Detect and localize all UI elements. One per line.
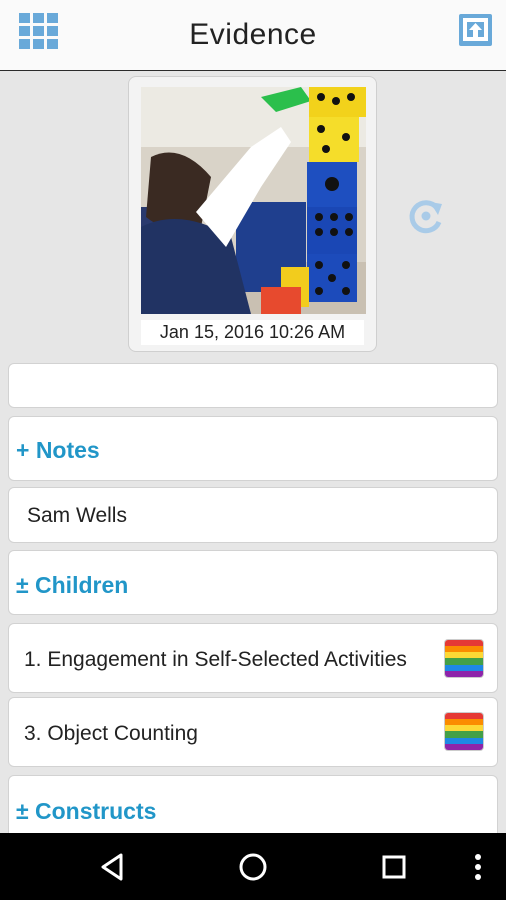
notes-section-header[interactable]: + Notes: [8, 416, 498, 481]
app-header: Evidence: [0, 0, 506, 71]
recents-icon[interactable]: [378, 851, 410, 883]
child-item-label: 1. Engagement in Self-Selected Activitie…: [24, 648, 407, 671]
back-icon[interactable]: [97, 851, 129, 883]
child-list-item[interactable]: 1. Engagement in Self-Selected Activitie…: [8, 623, 498, 693]
empty-text-field[interactable]: [8, 363, 498, 408]
rainbow-rating-icon[interactable]: [445, 713, 483, 750]
home-icon[interactable]: [237, 851, 269, 883]
evidence-photo[interactable]: [141, 87, 366, 314]
children-section-header[interactable]: ± Children: [8, 550, 498, 615]
constructs-section-label: ± Constructs: [16, 798, 157, 824]
page-title: Evidence: [189, 18, 317, 51]
children-section-label: ± Children: [16, 572, 129, 598]
note-text: Sam Wells: [27, 504, 127, 527]
photo-timestamp: Jan 15, 2016 10:26 AM: [141, 320, 364, 345]
rainbow-rating-icon[interactable]: [445, 640, 483, 677]
refresh-icon[interactable]: [406, 196, 446, 236]
system-nav-bar: [0, 833, 506, 900]
more-icon[interactable]: [462, 851, 494, 883]
child-item-label: 3. Object Counting: [24, 722, 198, 745]
child-list-item[interactable]: 3. Object Counting: [8, 697, 498, 767]
upload-icon[interactable]: [458, 13, 493, 47]
notes-section-label: + Notes: [16, 437, 100, 463]
note-item[interactable]: Sam Wells: [8, 487, 498, 543]
photo-card[interactable]: Jan 15, 2016 10:26 AM: [128, 76, 377, 352]
